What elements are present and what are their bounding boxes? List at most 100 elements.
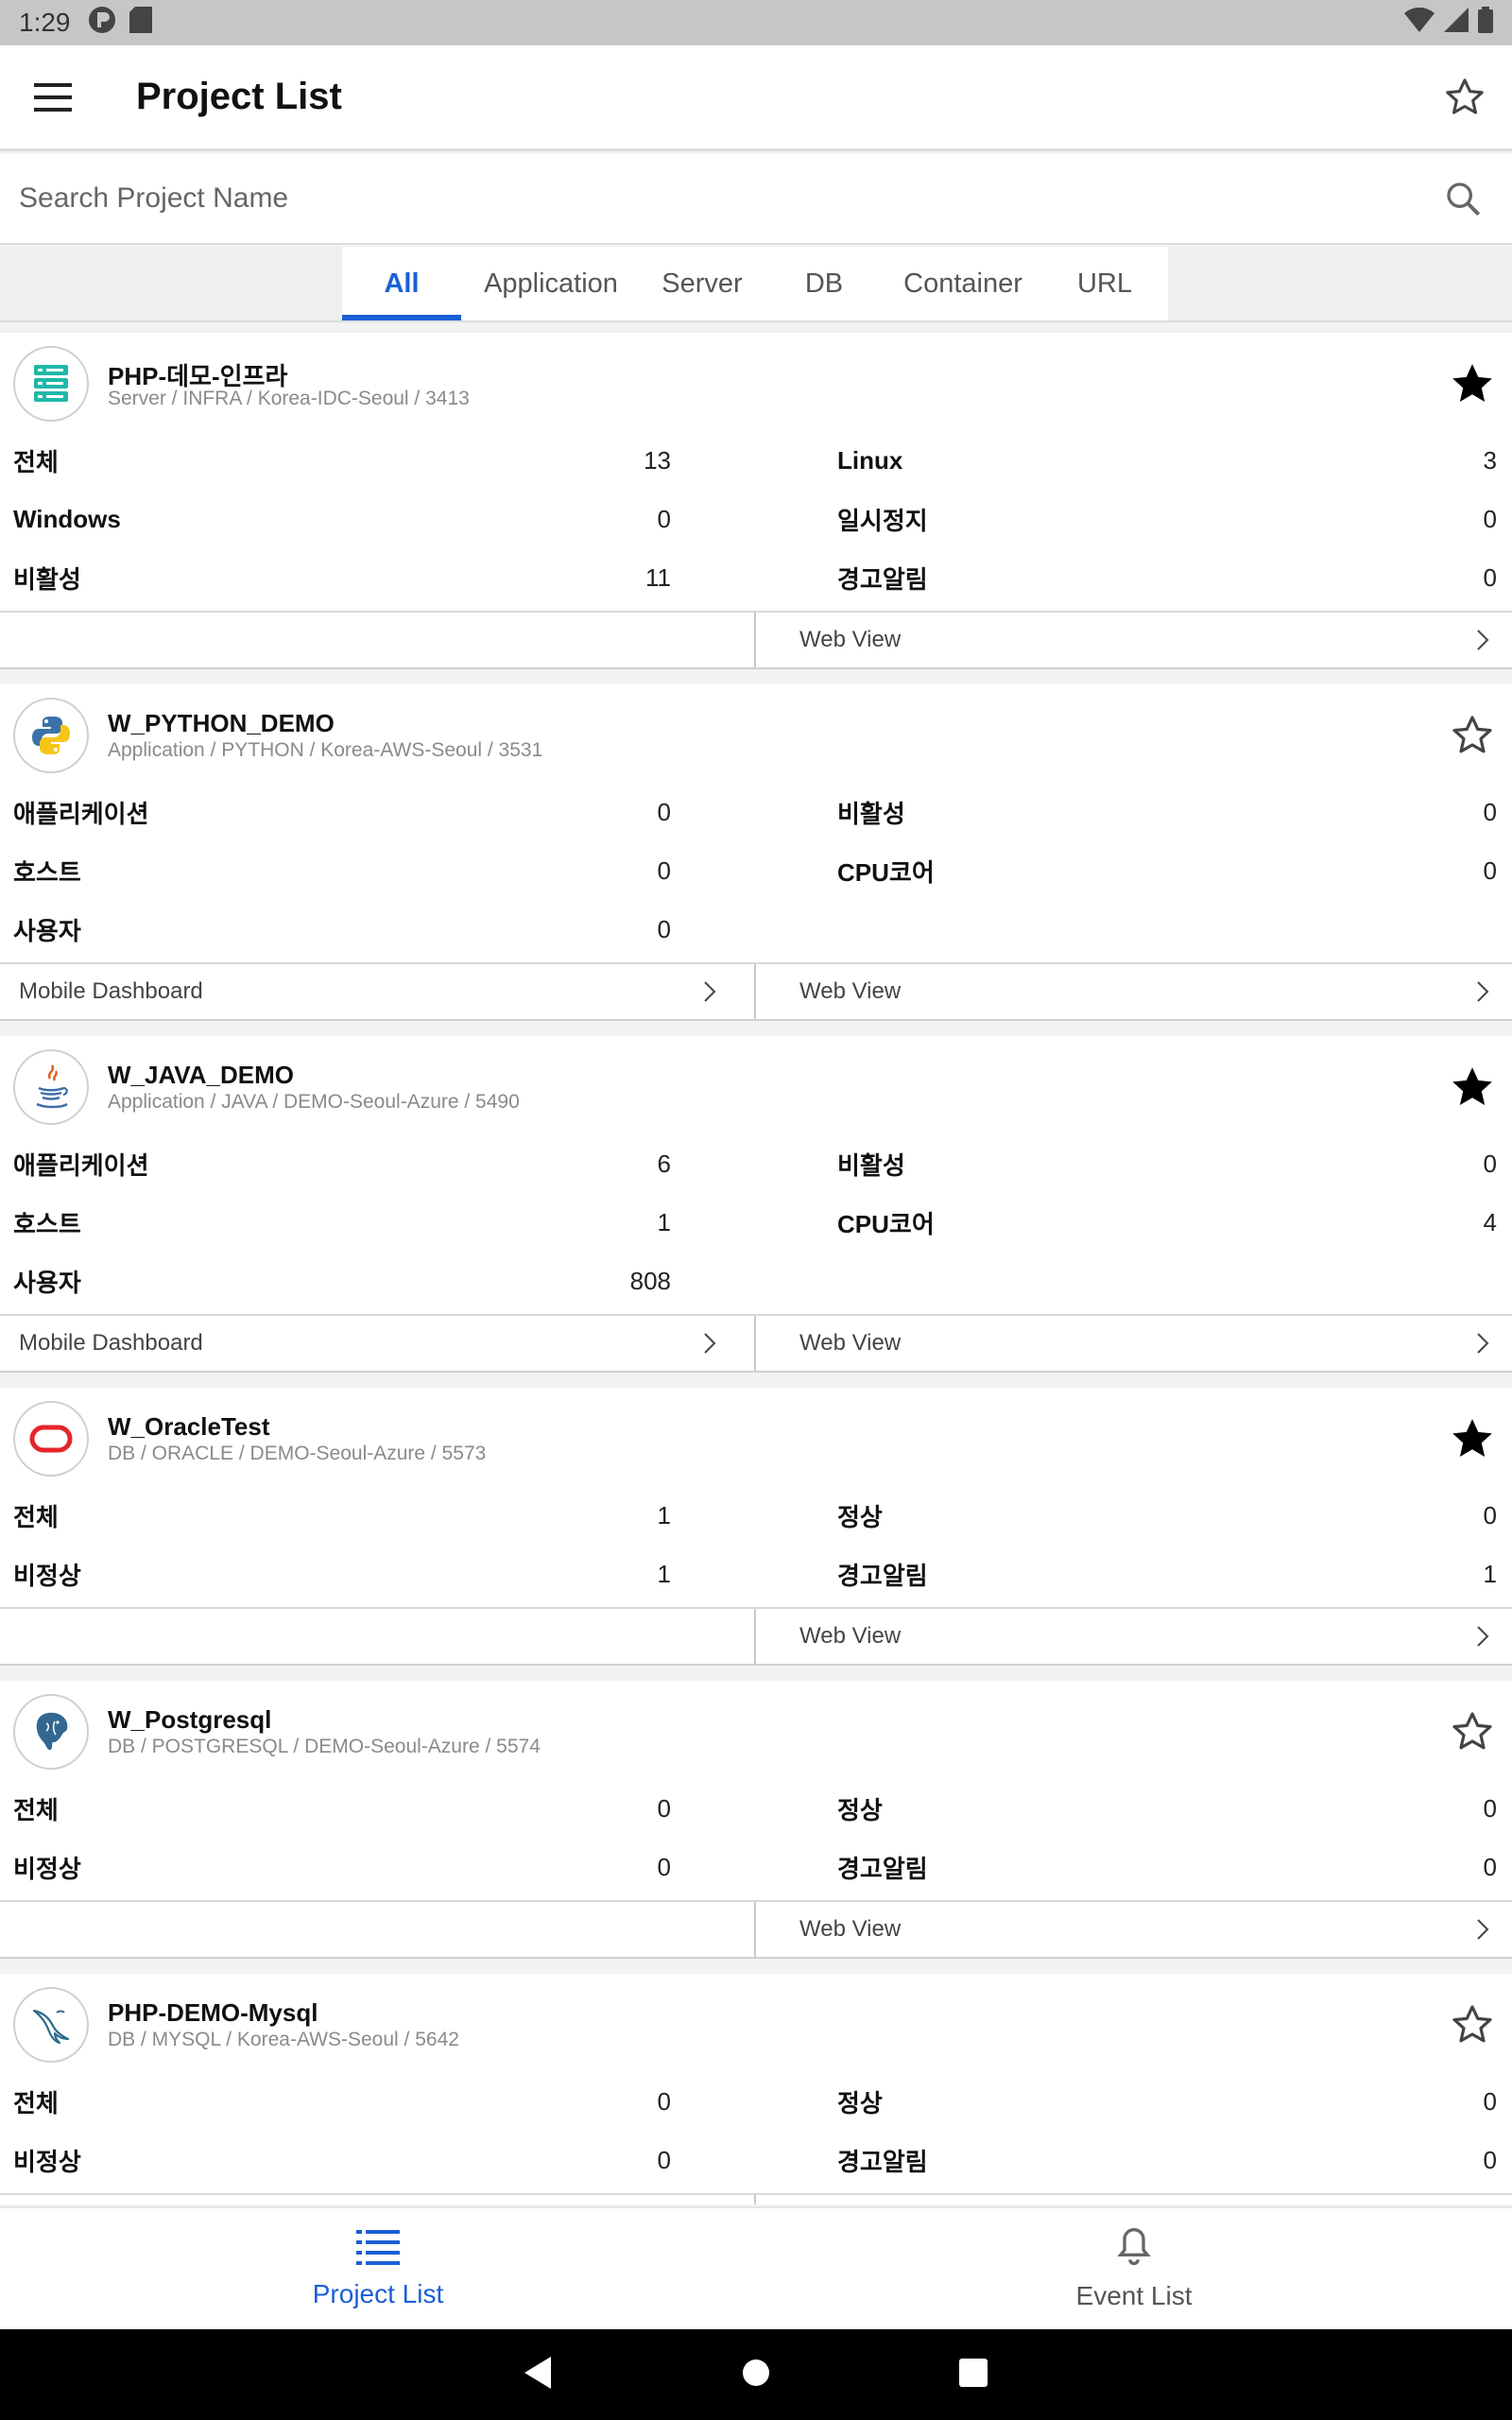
star-outline-icon[interactable] bbox=[1446, 709, 1499, 762]
project-card[interactable]: W_JAVA_DEMO Application / JAVA / DEMO-Se… bbox=[0, 1036, 1512, 1373]
sd-card-icon bbox=[129, 6, 152, 40]
metric-cell: 경고알림 0 bbox=[756, 548, 1512, 607]
star-outline-icon[interactable] bbox=[1446, 1705, 1499, 1758]
metric-cell: 전체 0 bbox=[0, 1779, 756, 1838]
mobile-dashboard-button[interactable]: Mobile Dashboard bbox=[0, 1316, 756, 1371]
metric-cell: 전체 0 bbox=[0, 2072, 756, 2131]
tab-container[interactable]: Container bbox=[885, 247, 1041, 320]
web-view-button[interactable]: Web View bbox=[756, 613, 1512, 667]
hamburger-icon bbox=[34, 82, 72, 112]
search-input[interactable] bbox=[0, 154, 1435, 243]
search-icon[interactable] bbox=[1435, 170, 1491, 227]
list-icon bbox=[356, 2230, 400, 2265]
metric-label: 전체 bbox=[13, 447, 59, 476]
tab-all[interactable]: All bbox=[342, 247, 461, 320]
nav-event-list-label: Event List bbox=[1075, 2281, 1193, 2310]
recents-icon[interactable] bbox=[959, 2358, 988, 2392]
signal-icon bbox=[1444, 7, 1469, 39]
project-card[interactable]: W_Postgresql DB / POSTGRESQL / DEMO-Seou… bbox=[0, 1681, 1512, 1959]
project-card[interactable]: W_OracleTest DB / ORACLE / DEMO-Seoul-Az… bbox=[0, 1388, 1512, 1666]
back-icon[interactable] bbox=[524, 2356, 553, 2394]
page-title: Project List bbox=[136, 76, 342, 117]
metric-value: 0 bbox=[1483, 1793, 1497, 1823]
metric-value: 0 bbox=[1483, 856, 1497, 885]
metric-label: 전체 bbox=[13, 1795, 59, 1824]
metric-cell: 비활성 11 bbox=[0, 548, 756, 607]
metric-cell: CPU코어 0 bbox=[756, 841, 1512, 900]
server-icon bbox=[13, 346, 89, 422]
metric-cell: 비정상 1 bbox=[0, 1545, 756, 1603]
nav-project-list-label: Project List bbox=[312, 2279, 444, 2308]
star-filled-icon[interactable] bbox=[1446, 1412, 1499, 1465]
metric-row: 전체 13 Linux 3 bbox=[0, 431, 1512, 490]
metric-cell: 비활성 0 bbox=[756, 783, 1512, 841]
status-bar: 1:29 bbox=[0, 0, 1512, 45]
menu-button[interactable] bbox=[26, 71, 79, 124]
web-view-button[interactable]: Web View bbox=[756, 1902, 1512, 1957]
bottom-navigation: Project List Event List bbox=[0, 2206, 1512, 2329]
project-metrics: 전체 0 정상 0 비정상 0 경고알림 0 bbox=[0, 2072, 1512, 2189]
project-actions: Web View bbox=[0, 1607, 1512, 1664]
wifi-icon bbox=[1404, 7, 1435, 39]
metric-row: 전체 0 정상 0 bbox=[0, 2072, 1512, 2131]
project-card-header: PHP-데모-인프라 Server / INFRA / Korea-IDC-Se… bbox=[0, 333, 1512, 427]
metric-value: 0 bbox=[657, 2086, 671, 2116]
star-filled-icon[interactable] bbox=[1446, 357, 1499, 410]
project-list: PHP-데모-인프라 Server / INFRA / Korea-IDC-Se… bbox=[0, 333, 1512, 2204]
star-filled-icon[interactable] bbox=[1446, 1061, 1499, 1114]
web-view-button[interactable]: Web View bbox=[756, 2195, 1512, 2204]
chevron-right-icon bbox=[1476, 980, 1489, 1003]
metric-value: 3 bbox=[1483, 445, 1497, 475]
metric-value: 0 bbox=[1483, 1852, 1497, 1881]
tab-url[interactable]: URL bbox=[1041, 247, 1168, 320]
project-card-header: W_OracleTest DB / ORACLE / DEMO-Seoul-Az… bbox=[0, 1388, 1512, 1482]
project-actions: Web View bbox=[0, 2193, 1512, 2204]
mobile-dashboard-label: Mobile Dashboard bbox=[19, 978, 203, 1004]
tab-server[interactable]: Server bbox=[641, 247, 764, 320]
mobile-dashboard-button[interactable]: Mobile Dashboard bbox=[0, 964, 756, 1019]
nav-event-list[interactable]: Event List bbox=[756, 2208, 1512, 2329]
project-subtitle: DB / MYSQL / Korea-AWS-Seoul / 5642 bbox=[108, 2029, 459, 2050]
tab-application[interactable]: Application bbox=[461, 247, 641, 320]
project-metrics: 전체 13 Linux 3 Windows 0 일시정지 0 비활성 11 경고… bbox=[0, 431, 1512, 607]
project-subtitle: DB / POSTGRESQL / DEMO-Seoul-Azure / 557… bbox=[108, 1736, 541, 1757]
metric-row: 비활성 11 경고알림 0 bbox=[0, 548, 1512, 607]
metric-row: 전체 1 정상 0 bbox=[0, 1486, 1512, 1545]
project-actions: Mobile Dashboard Web View bbox=[0, 962, 1512, 1019]
battery-icon bbox=[1478, 6, 1493, 40]
web-view-button[interactable]: Web View bbox=[756, 1609, 1512, 1664]
star-outline-icon[interactable] bbox=[1446, 1998, 1499, 2051]
metric-value: 1 bbox=[657, 1559, 671, 1588]
mobile-dashboard-button bbox=[0, 1609, 756, 1664]
metric-value: 0 bbox=[657, 1793, 671, 1823]
metric-row: 사용자 808 bbox=[0, 1252, 1512, 1310]
web-view-button[interactable]: Web View bbox=[756, 964, 1512, 1019]
metric-cell: 일시정지 0 bbox=[756, 490, 1512, 548]
favorites-filter-button[interactable] bbox=[1436, 69, 1493, 126]
metric-row: 애플리케이션 0 비활성 0 bbox=[0, 783, 1512, 841]
metric-cell: 정상 0 bbox=[756, 2072, 1512, 2131]
metric-label: 정상 bbox=[837, 1795, 883, 1824]
mobile-dashboard-label: Mobile Dashboard bbox=[19, 1330, 203, 1356]
metric-value: 0 bbox=[1483, 1149, 1497, 1178]
metric-cell: 사용자 0 bbox=[0, 900, 756, 959]
nav-project-list[interactable]: Project List bbox=[0, 2208, 756, 2329]
project-card[interactable]: PHP-DEMO-Mysql DB / MYSQL / Korea-AWS-Se… bbox=[0, 1974, 1512, 2204]
metric-value: 6 bbox=[657, 1149, 671, 1178]
project-card[interactable]: PHP-데모-인프라 Server / INFRA / Korea-IDC-Se… bbox=[0, 333, 1512, 669]
postgresql-icon bbox=[13, 1694, 89, 1770]
metric-cell: CPU코어 4 bbox=[756, 1193, 1512, 1252]
tab-db[interactable]: DB bbox=[764, 247, 885, 320]
mysql-icon bbox=[13, 1987, 89, 2063]
web-view-label: Web View bbox=[799, 1916, 902, 1942]
metric-label: 정상 bbox=[837, 1502, 883, 1531]
home-icon[interactable] bbox=[742, 2359, 770, 2392]
java-icon bbox=[13, 1049, 89, 1125]
web-view-label: Web View bbox=[799, 978, 902, 1004]
project-card[interactable]: W_PYTHON_DEMO Application / PYTHON / Kor… bbox=[0, 684, 1512, 1021]
metric-label: 사용자 bbox=[13, 916, 81, 945]
web-view-button[interactable]: Web View bbox=[756, 1316, 1512, 1371]
status-time: 1:29 bbox=[19, 8, 71, 37]
metric-cell: 비활성 0 bbox=[756, 1134, 1512, 1193]
metric-row: 비정상 0 경고알림 0 bbox=[0, 1838, 1512, 1896]
